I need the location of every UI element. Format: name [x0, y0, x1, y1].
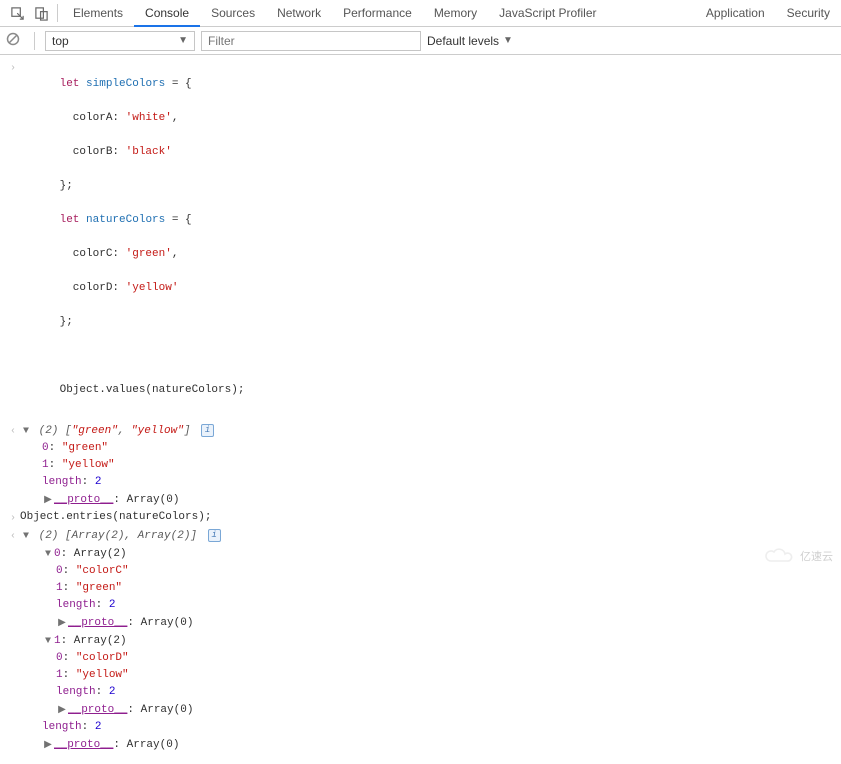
tab-elements[interactable]: Elements: [62, 0, 134, 26]
disclosure-closed-icon[interactable]: ▶: [42, 736, 54, 754]
watermark: 亿速云: [762, 547, 833, 565]
array-entry: 1: "yellow": [0, 457, 841, 474]
console-result: ‹ ▼ (2) [Array(2), Array(2)] i: [0, 527, 841, 545]
tab-network[interactable]: Network: [266, 0, 332, 26]
array-summary[interactable]: (2) ["green", "yellow"]: [39, 425, 191, 437]
console-output: › let simpleColors = { colorA: 'white', …: [0, 55, 841, 764]
nested-array-header[interactable]: ▼0: Array(2): [0, 545, 841, 563]
filter-input[interactable]: [201, 31, 421, 51]
array-entry: 1: "green": [0, 580, 841, 597]
array-entry: 0: "colorD": [0, 650, 841, 667]
array-summary[interactable]: (2) [Array(2), Array(2)]: [39, 530, 197, 542]
console-result: ‹ ▼ (2) ["green", "yellow"] i: [0, 422, 841, 440]
array-entry: 0: "colorC": [0, 563, 841, 580]
disclosure-open-icon[interactable]: ▼: [20, 527, 32, 545]
device-toggle-icon[interactable]: [29, 0, 53, 26]
array-length: length: 2: [0, 684, 841, 701]
console-input[interactable]: › Object.entries(natureColors);: [0, 509, 841, 527]
prompt-icon: ›: [6, 59, 20, 77]
result-icon: ‹: [6, 422, 20, 440]
tab-console[interactable]: Console: [134, 0, 200, 27]
disclosure-closed-icon[interactable]: ▶: [56, 701, 68, 719]
nested-array-header[interactable]: ▼1: Array(2): [0, 632, 841, 650]
separator: [57, 4, 58, 22]
array-length: length: 2: [0, 474, 841, 491]
separator: [34, 32, 35, 50]
context-label: top: [52, 34, 69, 48]
tab-js-profiler[interactable]: JavaScript Profiler: [488, 0, 607, 26]
array-proto[interactable]: ▶__proto__: Array(0): [0, 491, 841, 509]
tab-memory[interactable]: Memory: [423, 0, 488, 26]
array-proto[interactable]: ▶__proto__: Array(0): [0, 614, 841, 632]
tab-sources[interactable]: Sources: [200, 0, 266, 26]
array-entry: 1: "yellow": [0, 667, 841, 684]
tab-application[interactable]: Application: [695, 0, 776, 26]
array-length: length: 2: [0, 597, 841, 614]
result-icon: ‹: [6, 527, 20, 545]
array-proto[interactable]: ▶__proto__: Array(0): [0, 736, 841, 754]
info-icon[interactable]: i: [208, 529, 221, 542]
disclosure-open-icon[interactable]: ▼: [20, 422, 32, 440]
devtools-tabs: Elements Console Sources Network Perform…: [0, 0, 841, 27]
disclosure-open-icon[interactable]: ▼: [42, 545, 54, 563]
disclosure-open-icon[interactable]: ▼: [42, 632, 54, 650]
chevron-down-icon: ▼: [178, 35, 188, 46]
context-select[interactable]: top ▼: [45, 31, 195, 51]
console-toolbar: top ▼ Default levels ▼: [0, 27, 841, 55]
log-levels-select[interactable]: Default levels ▼: [427, 34, 513, 48]
array-length: length: 2: [0, 719, 841, 736]
array-entry: 0: "green": [0, 440, 841, 457]
array-proto[interactable]: ▶__proto__: Array(0): [0, 701, 841, 719]
inspect-icon[interactable]: [5, 0, 29, 26]
console-input[interactable]: › let simpleColors = { colorA: 'white', …: [0, 59, 841, 416]
info-icon[interactable]: i: [201, 424, 214, 437]
clear-console-icon[interactable]: [6, 32, 24, 50]
chevron-down-icon: ▼: [503, 35, 513, 46]
tab-security[interactable]: Security: [776, 0, 841, 26]
tab-performance[interactable]: Performance: [332, 0, 423, 26]
prompt-icon: ›: [6, 509, 20, 527]
disclosure-closed-icon[interactable]: ▶: [56, 614, 68, 632]
disclosure-closed-icon[interactable]: ▶: [42, 491, 54, 509]
